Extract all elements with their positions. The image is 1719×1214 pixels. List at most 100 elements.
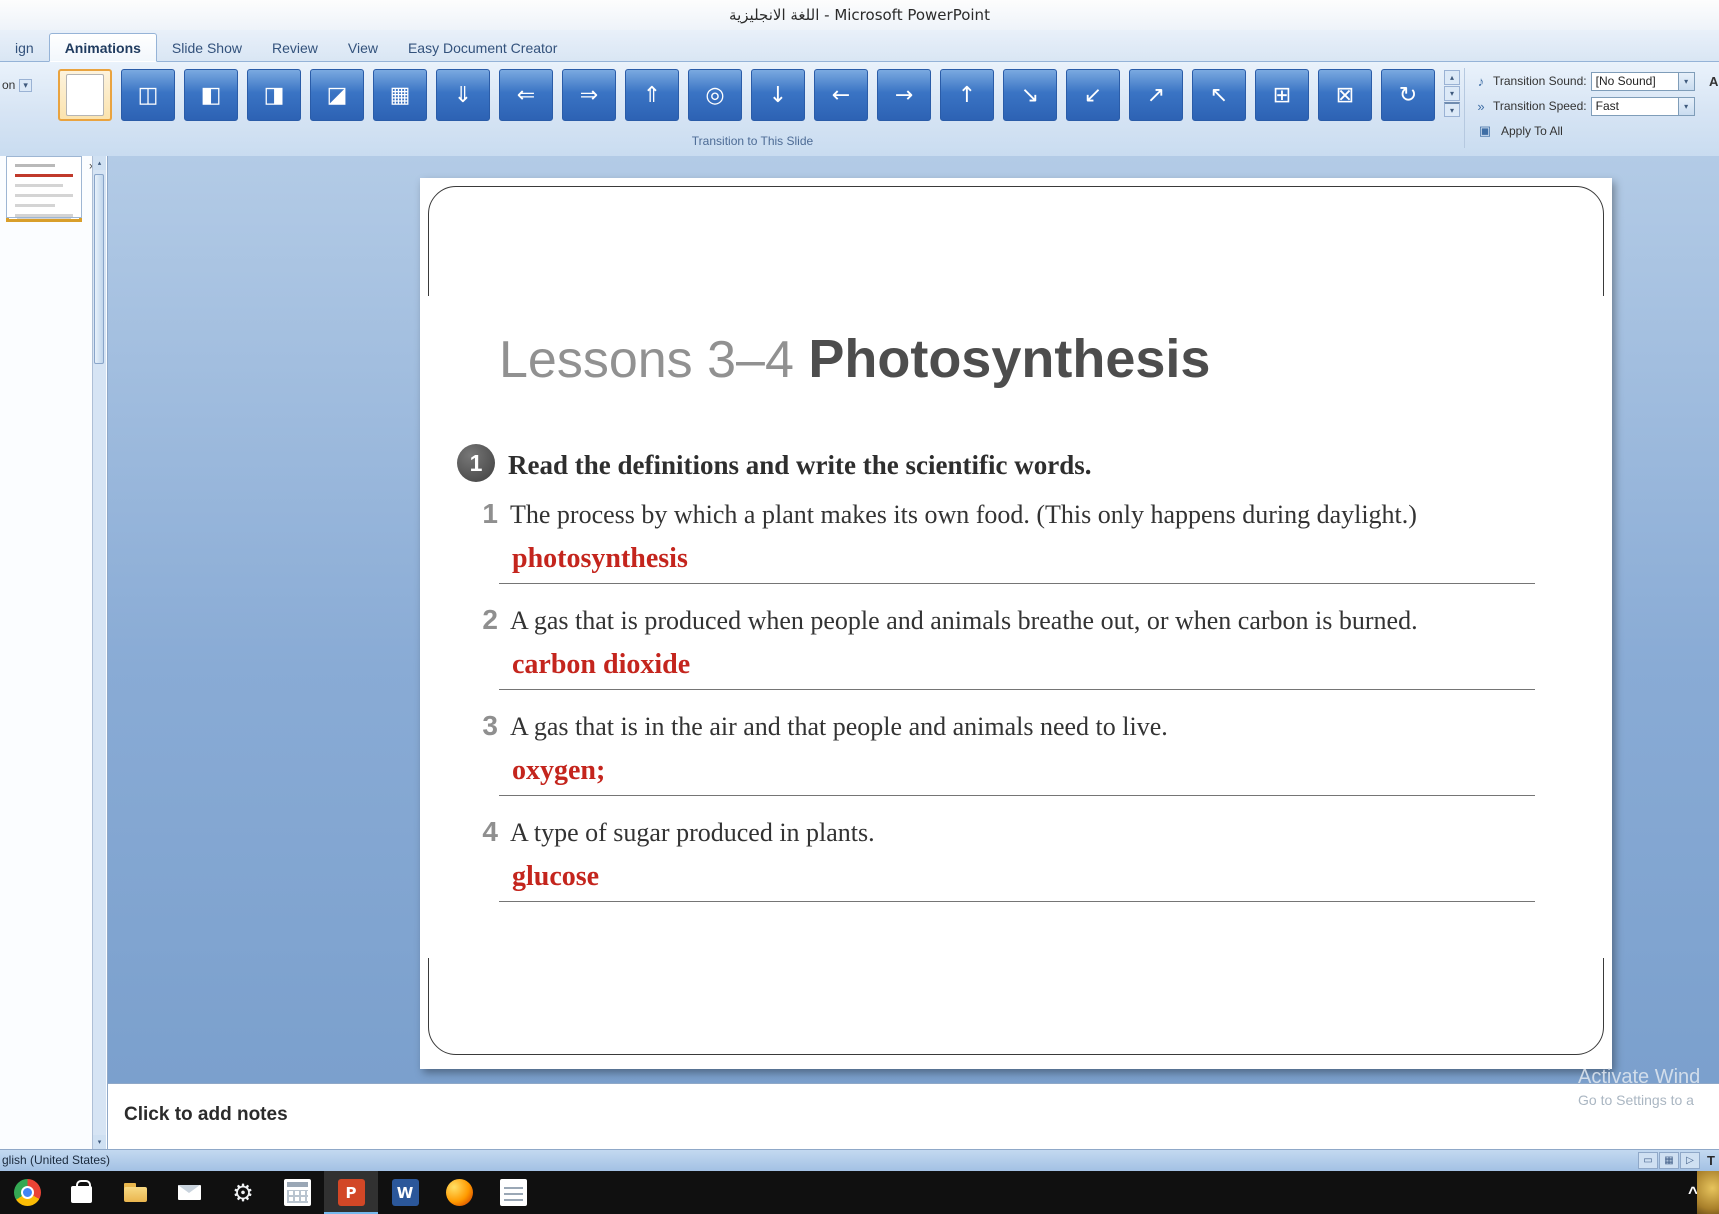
- question-number: 4: [482, 816, 498, 847]
- transition-speed-dropdown[interactable]: Fast ▾: [1590, 96, 1695, 116]
- transition-icon: ▦: [389, 82, 411, 108]
- slide-title-prefix: Lessons 3–4: [499, 331, 809, 389]
- scroll-up-icon[interactable]: ▴: [93, 156, 106, 170]
- ribbon-tab-review[interactable]: Review: [257, 34, 333, 61]
- transition-sound-dropdown[interactable]: [No Sound] ▾: [1590, 71, 1695, 91]
- transition-speed-value: Fast: [1595, 99, 1619, 113]
- transition-wipe-down[interactable]: ⇓: [436, 69, 490, 121]
- slide-sorter-button[interactable]: ▦: [1659, 1152, 1679, 1169]
- ribbon-tab-row: ign Animations Slide Show Review View Ea…: [0, 30, 1719, 62]
- transition-random[interactable]: ↻: [1381, 69, 1435, 121]
- transition-cover-up-right[interactable]: ↗: [1129, 69, 1183, 121]
- slide-thumbnail-5[interactable]: [6, 156, 82, 218]
- transition-fade-through-black[interactable]: ◧: [184, 69, 238, 121]
- transition-cover-up-left[interactable]: ↖: [1192, 69, 1246, 121]
- transition-cover-down-left[interactable]: ↙: [1066, 69, 1120, 121]
- wallpaper-sliver: [1697, 1171, 1719, 1214]
- transition-strips-out[interactable]: ⊞: [1255, 69, 1309, 121]
- slide-title: Lessons 3–4 Photosynthesis: [499, 328, 1210, 390]
- question-number: 2: [482, 604, 498, 635]
- scrollbar-thumb[interactable]: [94, 174, 104, 364]
- question-list: 1 The process by which a plant makes its …: [420, 498, 1582, 922]
- transition-icon: ←: [831, 82, 851, 108]
- scroll-down-icon[interactable]: ▾: [93, 1135, 106, 1149]
- gallery-scroll-down-button[interactable]: ▾: [1444, 86, 1460, 101]
- answer-text: glucose: [512, 861, 600, 892]
- transition-wipe-right[interactable]: ⇒: [562, 69, 616, 121]
- slide-canvas[interactable]: Lessons 3–4 Photosynthesis 1 Read the de…: [420, 178, 1612, 1069]
- taskbar-icon-word[interactable]: W: [378, 1171, 432, 1214]
- transition-icon: ⇑: [642, 82, 662, 108]
- transition-icon: ◪: [326, 82, 348, 108]
- transition-fade-smoothly[interactable]: ◫: [121, 69, 175, 121]
- slide-workspace: Lessons 3–4 Photosynthesis 1 Read the de…: [108, 156, 1719, 1083]
- transition-speed-label: Transition Speed:: [1493, 99, 1587, 113]
- notes-pane[interactable]: Click to add notes: [108, 1083, 1719, 1149]
- transition-push-down[interactable]: ↓: [751, 69, 805, 121]
- question-text: A gas that is produced when people and a…: [510, 606, 1418, 635]
- group-label-transition-to-this-slide: Transition to This Slide: [691, 134, 814, 148]
- question-number: 1: [482, 498, 498, 529]
- taskbar-icon-text-document[interactable]: [486, 1171, 540, 1214]
- watermark-line2: Go to Settings to a: [1578, 1092, 1694, 1108]
- answer-line: [499, 901, 1535, 902]
- panel-scrollbar[interactable]: ▴ ▾: [92, 156, 106, 1149]
- answer-text: photosynthesis: [512, 543, 688, 574]
- ribbon-tab-view[interactable]: View: [333, 34, 393, 61]
- taskbar-icon-chrome[interactable]: [0, 1171, 54, 1214]
- transition-icon: ↙: [1083, 82, 1103, 108]
- question-text: A gas that is in the air and that people…: [510, 712, 1168, 741]
- transition-push-left[interactable]: ←: [814, 69, 868, 121]
- view-buttons: ▭ ▦ ▷: [1638, 1152, 1700, 1169]
- question-number: 3: [482, 710, 498, 741]
- gallery-scroll-up-button[interactable]: ▴: [1444, 70, 1460, 85]
- transition-cover-down-right[interactable]: ↘: [1003, 69, 1057, 121]
- slide-show-button[interactable]: ▷: [1680, 1152, 1700, 1169]
- ribbon-tab-easy-document-creator[interactable]: Easy Document Creator: [393, 34, 572, 61]
- ribbon-tab-design-partial[interactable]: ign: [0, 34, 49, 61]
- language-indicator[interactable]: glish (United States): [2, 1153, 110, 1167]
- watermark-line1: Activate Wind: [1578, 1066, 1701, 1088]
- taskbar-icon-calculator[interactable]: [270, 1171, 324, 1214]
- apply-to-all-icon: ▣: [1478, 123, 1492, 138]
- taskbar-icon-microsoft-store[interactable]: [54, 1171, 108, 1214]
- taskbar-icon-file-explorer[interactable]: [108, 1171, 162, 1214]
- transition-cut-through-black[interactable]: ◪: [310, 69, 364, 121]
- answer-text: oxygen;: [512, 755, 606, 786]
- transition-icon: ↗: [1146, 82, 1166, 108]
- transition-wipe-up[interactable]: ⇑: [625, 69, 679, 121]
- ribbon-tab-animations[interactable]: Animations: [48, 33, 157, 62]
- transition-icon: ⇒: [579, 82, 599, 108]
- taskbar-icon-powerpoint[interactable]: P: [324, 1171, 378, 1214]
- ribbon-group-separator: [1464, 68, 1465, 148]
- status-bar-right-partial: T: [1707, 1153, 1715, 1168]
- transition-no-transition[interactable]: [58, 69, 112, 121]
- transition-push-up[interactable]: ↑: [940, 69, 994, 121]
- taskbar-icon-settings[interactable]: ⚙: [216, 1171, 270, 1214]
- transition-icon: ◫: [137, 82, 159, 108]
- question-item: 4 A type of sugar produced in plants. glu…: [420, 816, 1582, 902]
- transition-push-right[interactable]: →: [877, 69, 931, 121]
- notes-placeholder[interactable]: Click to add notes: [124, 1104, 288, 1126]
- gallery-more-button[interactable]: ▾: [1444, 102, 1460, 117]
- transition-strips-in[interactable]: ⊠: [1318, 69, 1372, 121]
- transition-wipe-left[interactable]: ⇐: [499, 69, 553, 121]
- title-bar: اللغة الانجليزية - Microsoft PowerPoint: [0, 0, 1719, 30]
- taskbar-icon-firefox[interactable]: [432, 1171, 486, 1214]
- apply-to-all-button[interactable]: ▣ Apply To All: [1472, 121, 1567, 141]
- slide-content: Lessons 3–4 Photosynthesis 1 Read the de…: [420, 178, 1612, 1069]
- transition-settings-group: ♪ Transition Sound: [No Sound] ▾ » Trans…: [1472, 70, 1719, 145]
- transition-cut[interactable]: ◨: [247, 69, 301, 121]
- transition-shape-circle[interactable]: ◎: [688, 69, 742, 121]
- answer-line: [499, 795, 1535, 796]
- transition-icon: ↖: [1209, 82, 1229, 108]
- transition-dissolve[interactable]: ▦: [373, 69, 427, 121]
- normal-view-button[interactable]: ▭: [1638, 1152, 1658, 1169]
- transition-icon: ⇓: [453, 82, 473, 108]
- chevron-down-icon[interactable]: ▾: [1677, 97, 1694, 115]
- answer-line: [499, 583, 1535, 584]
- chevron-down-icon[interactable]: ▾: [1677, 72, 1694, 90]
- taskbar-icon-mail[interactable]: [162, 1171, 216, 1214]
- ribbon-tab-slide-show[interactable]: Slide Show: [157, 34, 257, 61]
- ribbon-left-partial-button[interactable]: on ▾: [2, 78, 32, 92]
